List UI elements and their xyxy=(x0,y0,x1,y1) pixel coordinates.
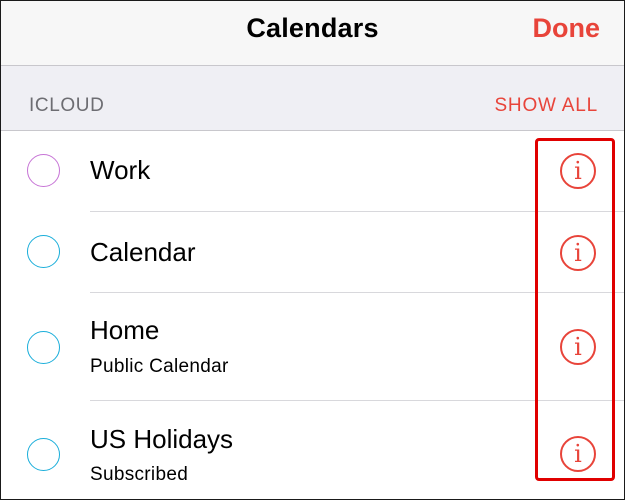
calendar-row-work[interactable]: Work i xyxy=(1,131,624,212)
calendar-row-calendar[interactable]: Calendar i xyxy=(1,212,624,293)
calendar-subtitle: Subscribed xyxy=(90,464,189,485)
screen: Calendars Done ICLOUD SHOW ALL Work i Ca… xyxy=(0,0,625,500)
show-all-button[interactable]: SHOW ALL xyxy=(494,95,598,117)
section-label: ICLOUD xyxy=(29,95,105,116)
calendar-color-circle[interactable] xyxy=(27,154,60,187)
done-button[interactable]: Done xyxy=(533,13,601,44)
highlight-box xyxy=(535,138,615,481)
calendar-row-us-holidays[interactable]: US Holidays Subscribed i xyxy=(1,401,624,499)
calendar-color-circle[interactable] xyxy=(27,235,60,268)
calendar-row-home[interactable]: Home Public Calendar i xyxy=(1,293,624,401)
navigation-bar: Calendars Done xyxy=(1,1,624,66)
calendar-subtitle: Public Calendar xyxy=(90,356,229,377)
calendar-color-circle[interactable] xyxy=(27,438,60,471)
calendar-name: Home xyxy=(90,315,160,345)
calendar-name: US Holidays xyxy=(90,424,234,454)
section-header-icloud: ICLOUD SHOW ALL xyxy=(1,66,624,131)
calendar-name: Calendar xyxy=(90,237,196,267)
calendar-name: Work xyxy=(90,155,151,185)
page-title: Calendars xyxy=(246,13,379,43)
calendar-color-circle[interactable] xyxy=(27,331,60,364)
